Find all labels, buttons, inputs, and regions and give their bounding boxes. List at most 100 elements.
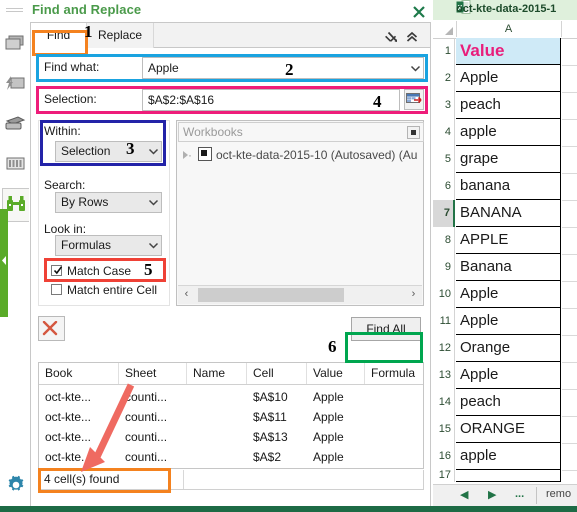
grid-cell-b6[interactable] [562,173,577,201]
grid-cell-a10[interactable]: Apple [456,281,561,308]
grid-cell-b17[interactable] [562,470,577,482]
grid-cell-b15[interactable] [562,416,577,444]
find-all-button[interactable]: Find All [351,317,421,341]
column-header-book[interactable]: Book [39,363,119,384]
row-number[interactable]: 2 [433,65,455,92]
grid-cell-a15[interactable]: ORANGE [456,416,561,443]
grid-cell-a17[interactable] [456,470,561,482]
column-header-b[interactable] [562,21,577,37]
grid-cell-a16[interactable]: apple [456,443,561,470]
restore-down-button[interactable] [385,30,399,44]
grid-cell-b8[interactable] [562,227,577,255]
grid-cell-a7[interactable]: BANANA [456,200,561,227]
range-picker-button[interactable] [404,89,424,110]
find-what-input[interactable]: Apple [142,57,424,79]
grid-cell-a14[interactable]: peach [456,389,561,416]
within-select[interactable]: Selection [55,141,162,162]
column-header-value[interactable]: Value [307,363,365,384]
grid-cell-b9[interactable] [562,254,577,282]
chevron-left-icon[interactable]: ‹ [178,286,195,304]
table-row[interactable]: oct-kte... counti... $A$10 Apple [39,387,423,407]
row-number[interactable]: 4 [433,119,455,146]
row-number[interactable]: 8 [433,227,455,254]
sheet-tab[interactable]: remo [546,488,571,500]
row-number[interactable]: 12 [433,335,455,362]
grid-cell-b4[interactable] [562,119,577,147]
grid-cell-a12[interactable]: Orange [456,335,561,362]
collapse-panel-button[interactable] [405,30,419,44]
column-header-cell[interactable]: Cell [247,363,307,384]
grid-cell-b14[interactable] [562,389,577,417]
row-number[interactable]: 13 [433,362,455,389]
row-number[interactable]: 5 [433,146,455,173]
match-case-checkbox[interactable] [51,265,63,276]
grid-cell-a8[interactable]: APPLE [456,227,561,254]
rail-item-printer[interactable] [2,108,28,142]
row-number[interactable]: 1 [433,38,455,65]
clear-results-button[interactable] [38,316,65,341]
rail-item-columns[interactable] [2,148,28,182]
triangle-left-icon[interactable]: ◀ [460,488,468,501]
grid-cell-b11[interactable] [562,308,577,336]
look-in-chevron-down-icon[interactable] [148,240,159,251]
row-number[interactable]: 11 [433,308,455,335]
grid-cell-b10[interactable] [562,281,577,309]
grid-cell-a2[interactable]: Apple [456,65,561,92]
row-number[interactable]: 6 [433,173,455,200]
grid-cell-a6[interactable]: banana [456,173,561,200]
close-panel-button[interactable] [412,5,426,19]
within-chevron-down-icon[interactable] [148,146,159,157]
grid-cell-a4[interactable]: apple [456,119,561,146]
list-item[interactable]: · oct-kte-data-2015-10 (Autosaved) (Au [183,147,417,162]
row-number[interactable]: 16 [433,443,455,470]
search-select[interactable]: By Rows [55,192,162,213]
row-number[interactable]: 15 [433,416,455,443]
grid-cell-b13[interactable] [562,362,577,390]
grid-cell-a1[interactable]: Value [456,38,561,65]
table-row[interactable]: oct-kte... counti... $A$2 Apple [39,447,423,467]
panel-collapse-handle[interactable] [0,209,8,317]
scroll-thumb[interactable] [198,288,344,302]
find-what-chevron-down-icon[interactable] [410,63,421,74]
workbooks-hscrollbar[interactable]: ‹ › [178,285,422,304]
grid-cell-a11[interactable]: Apple [456,308,561,335]
grid-cell-a9[interactable]: Banana [456,254,561,281]
row-number[interactable]: 10 [433,281,455,308]
look-in-select[interactable]: Formulas [55,235,162,256]
grid-cell-a5[interactable]: grape [456,146,561,173]
grid-cell-b7[interactable] [562,200,577,228]
grid-cell-b12[interactable] [562,335,577,363]
grid-cell-a13[interactable]: Apple [456,362,561,389]
row-number[interactable]: 7 [433,200,455,227]
workbooks-header-square-icon[interactable] [407,126,420,139]
grid-cell-b1[interactable] [562,38,577,66]
column-header-name[interactable]: Name [187,363,247,384]
grid-cell-a3[interactable]: peach [456,92,561,119]
selection-input[interactable]: $A$2:$A$16 [142,89,400,111]
table-row[interactable]: oct-kte... counti... $A$11 Apple [39,407,423,427]
more-sheets-button[interactable]: ... [515,488,524,500]
column-header-a[interactable]: A [456,21,562,37]
grid-cell-b16[interactable] [562,443,577,471]
grid-cell-b5[interactable] [562,146,577,174]
grid-cell-b2[interactable] [562,65,577,93]
column-header-sheet[interactable]: Sheet [119,363,187,384]
search-chevron-down-icon[interactable] [148,197,159,208]
column-header-formula[interactable]: Formula [365,363,423,384]
select-all-corner[interactable] [433,21,457,37]
match-entire-cell-checkbox[interactable] [51,284,62,295]
settings-gear-button[interactable] [6,475,26,495]
tab-find[interactable]: Find [31,23,86,48]
triangle-right-icon[interactable]: ▶ [488,488,496,501]
grid-cell-b3[interactable] [562,92,577,120]
row-number[interactable]: 17 [433,470,455,482]
rail-item-flash-fill[interactable] [2,68,28,102]
row-number[interactable]: 3 [433,92,455,119]
chevron-right-icon[interactable]: › [405,286,422,304]
rail-drag-handle[interactable] [6,8,23,14]
rail-item-windows-stack[interactable] [2,28,28,62]
table-row[interactable]: oct-kte... counti... $A$13 Apple [39,427,423,447]
row-number[interactable]: 9 [433,254,455,281]
tab-replace[interactable]: Replace [86,23,154,48]
row-number[interactable]: 14 [433,389,455,416]
